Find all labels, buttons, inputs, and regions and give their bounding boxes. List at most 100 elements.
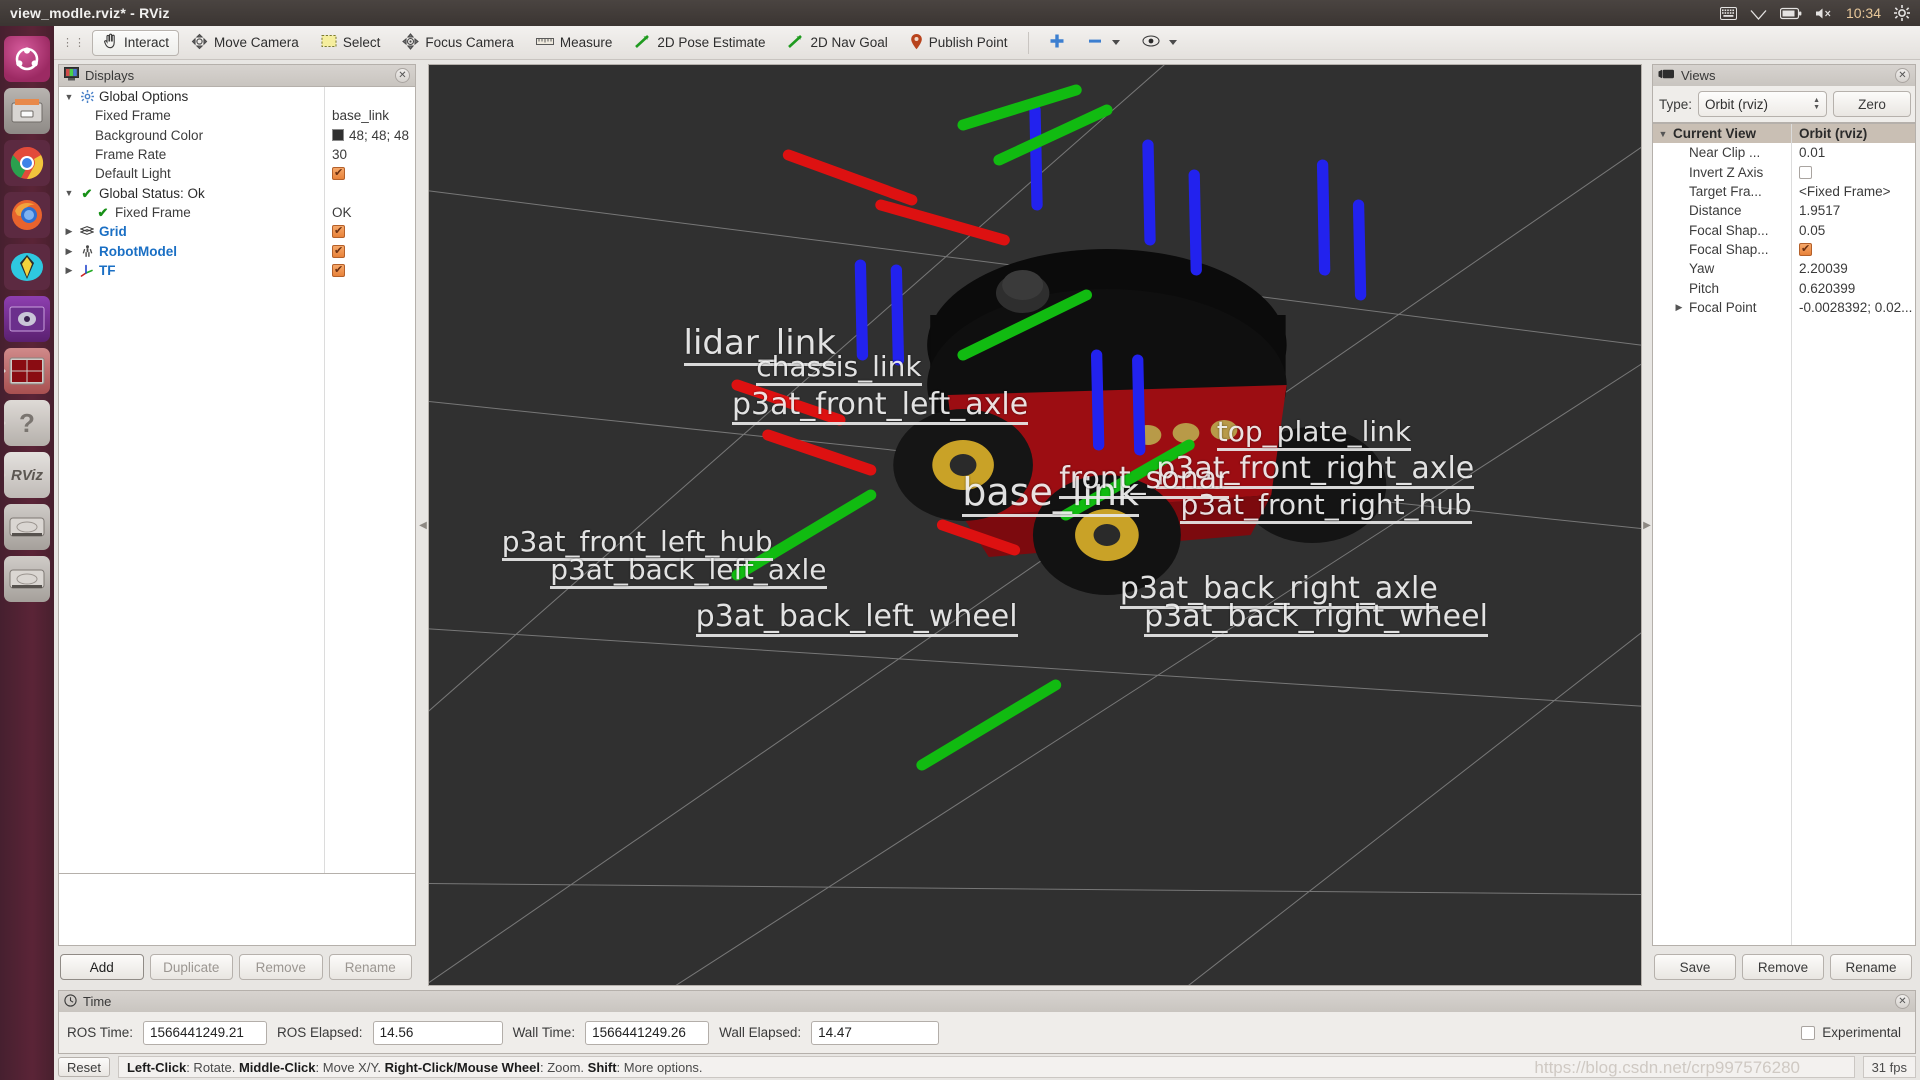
row-value-cell[interactable]: 30	[324, 147, 347, 162]
tree-row[interactable]: ▶ TF	[59, 261, 415, 280]
row-value-cell[interactable]	[324, 263, 345, 277]
row-value-cell[interactable]	[324, 225, 345, 239]
keyboard-icon[interactable]	[1719, 6, 1737, 20]
row-value-cell[interactable]: <Fixed Frame>	[1791, 184, 1891, 199]
tree-row[interactable]: Focal Shap...	[1653, 240, 1915, 259]
views-rename-button[interactable]: Rename	[1830, 954, 1912, 980]
row-value-cell[interactable]: base_link	[324, 108, 389, 123]
tool-focus-camera[interactable]: Focus Camera	[392, 30, 524, 56]
tree-row[interactable]: Fixed Frame base_link	[59, 106, 415, 125]
tree-row[interactable]: ▶ Focal Point -0.0028392; 0.02...	[1653, 298, 1915, 317]
expand-arrow-current-view[interactable]: ▼	[1657, 129, 1669, 139]
tree-row[interactable]: ▼ ✔ Global Status: Ok	[59, 183, 415, 202]
row-value-cell[interactable]: -0.0028392; 0.02...	[1791, 300, 1912, 315]
row-value-cell[interactable]	[1791, 242, 1812, 256]
row-value-cell[interactable]: 0.620399	[1791, 281, 1855, 296]
row-value-cell[interactable]: 0.01	[1791, 145, 1825, 160]
tree-row[interactable]: Distance 1.9517	[1653, 201, 1915, 220]
views-tree[interactable]: ▼ Current View Orbit (rviz) Near Clip ...…	[1652, 123, 1916, 946]
launcher-item-files[interactable]	[4, 88, 50, 134]
checkbox-unchecked[interactable]	[1799, 165, 1812, 179]
battery-icon[interactable]	[1779, 7, 1802, 20]
row-value-cell[interactable]: OK	[324, 205, 352, 220]
render-viewport[interactable]: lidar_link p3at_front_left_axle base_link p…	[428, 64, 1642, 986]
tree-row[interactable]: Frame Rate 30	[59, 145, 415, 164]
launcher-item-chrome[interactable]	[4, 140, 50, 186]
tree-row[interactable]: Near Clip ... 0.01	[1653, 143, 1915, 162]
ros-time-input[interactable]: 1566441249.21	[143, 1020, 268, 1045]
close-icon[interactable]: ✕	[395, 68, 410, 83]
checkbox-checked[interactable]	[332, 263, 345, 277]
clock[interactable]: 10:34	[1846, 5, 1881, 21]
chevron-down-icon[interactable]	[1111, 40, 1120, 45]
toolbar-visibility-button[interactable]	[1132, 30, 1187, 56]
displays-tree[interactable]: ▼ Global Options Fixed Frame base_link Backg…	[58, 86, 416, 874]
tool-2d-pose-estimate[interactable]: 2D Pose Estimate	[624, 30, 775, 56]
tree-row[interactable]: ▼ Global Options	[59, 87, 415, 106]
checkbox-checked[interactable]	[332, 167, 345, 181]
tool-interact[interactable]: Interact	[92, 29, 180, 56]
tool-move-camera[interactable]: Move Camera	[181, 30, 309, 56]
ros-elapsed-input[interactable]: 14.56	[372, 1020, 503, 1045]
add-button[interactable]: Add	[60, 954, 144, 980]
tree-row[interactable]: Invert Z Axis	[1653, 163, 1915, 182]
launcher-item-disk-2[interactable]	[4, 556, 50, 602]
views-remove-button[interactable]: Remove	[1742, 954, 1824, 980]
view-type-select[interactable]: Orbit (rviz) ▲ ▼	[1698, 91, 1827, 117]
toolbar-add-tool-button[interactable]	[1039, 30, 1075, 56]
tool-select[interactable]: Select	[311, 30, 391, 56]
displays-column-splitter[interactable]	[324, 87, 325, 873]
tool-measure[interactable]: Measure	[526, 30, 623, 56]
launcher-item-terminal-red[interactable]	[4, 348, 50, 394]
spinner-arrows-icon[interactable]: ▲ ▼	[1813, 97, 1820, 111]
row-value-cell[interactable]: 0.05	[1791, 223, 1825, 238]
tree-row[interactable]: Target Fra... <Fixed Frame>	[1653, 182, 1915, 201]
wall-time-input[interactable]: 1566441249.26	[585, 1020, 710, 1045]
toolbar-drag-handle[interactable]: ⋮⋮	[58, 36, 90, 49]
tree-row[interactable]: Pitch 0.620399	[1653, 278, 1915, 297]
expand-arrow-icon[interactable]: ▶	[63, 265, 75, 276]
expand-arrow-icon[interactable]: ▶	[63, 246, 75, 257]
collapse-arrow-icon[interactable]: ▼	[63, 92, 75, 102]
zero-button[interactable]: Zero	[1833, 91, 1911, 117]
tree-row[interactable]: Background Color 48; 48; 48	[59, 126, 415, 145]
save-button[interactable]: Save	[1654, 954, 1736, 980]
tree-row[interactable]: ✔ Fixed Frame OK	[59, 203, 415, 222]
right-splitter-handle[interactable]: ▶	[1642, 64, 1652, 986]
tool-2d-nav-goal[interactable]: 2D Nav Goal	[777, 30, 897, 56]
row-value-cell[interactable]: 1.9517	[1791, 203, 1840, 218]
gear-icon[interactable]	[1894, 5, 1910, 21]
launcher-item-ubuntu-dash[interactable]	[4, 36, 50, 82]
views-column-splitter[interactable]	[1791, 124, 1792, 945]
wifi-icon[interactable]	[1750, 7, 1767, 20]
expand-arrow-icon[interactable]: ▶	[63, 226, 75, 237]
row-value-cell[interactable]: 48; 48; 48	[324, 128, 409, 143]
duplicate-button[interactable]: Duplicate	[149, 954, 233, 980]
row-value-cell[interactable]: 2.20039	[1791, 261, 1848, 276]
close-icon-views[interactable]: ✕	[1895, 68, 1910, 83]
launcher-item-rviz[interactable]: RViz	[4, 452, 50, 498]
launcher-item-thunderbird[interactable]	[4, 244, 50, 290]
color-swatch[interactable]	[332, 129, 344, 142]
tree-row[interactable]: ▶ RobotModel	[59, 241, 415, 260]
tree-row[interactable]: Yaw 2.20039	[1653, 259, 1915, 278]
launcher-item-disk-1[interactable]	[4, 504, 50, 550]
row-value-cell[interactable]	[324, 244, 345, 258]
checkbox-checked[interactable]	[1799, 242, 1812, 256]
row-value-cell[interactable]	[324, 167, 345, 181]
rename-button[interactable]: Rename	[328, 954, 412, 980]
reset-button[interactable]: Reset	[58, 1057, 110, 1077]
experimental-checkbox[interactable]	[1801, 1025, 1816, 1040]
experimental-toggle[interactable]: Experimental	[1801, 1025, 1907, 1040]
volume-muted-icon[interactable]	[1815, 7, 1833, 20]
row-value-cell[interactable]	[1791, 165, 1812, 179]
checkbox-checked[interactable]	[332, 244, 345, 258]
tree-row[interactable]: Default Light	[59, 164, 415, 183]
remove-button[interactable]: Remove	[239, 954, 323, 980]
tree-row[interactable]: ▶ Grid	[59, 222, 415, 241]
tree-row[interactable]: Focal Shap... 0.05	[1653, 220, 1915, 239]
tool-publish-point[interactable]: Publish Point	[900, 30, 1018, 56]
launcher-item-help[interactable]: ?	[4, 400, 50, 446]
collapse-arrow-icon[interactable]: ▼	[63, 188, 75, 198]
chevron-down-icon-2[interactable]	[1168, 40, 1177, 45]
